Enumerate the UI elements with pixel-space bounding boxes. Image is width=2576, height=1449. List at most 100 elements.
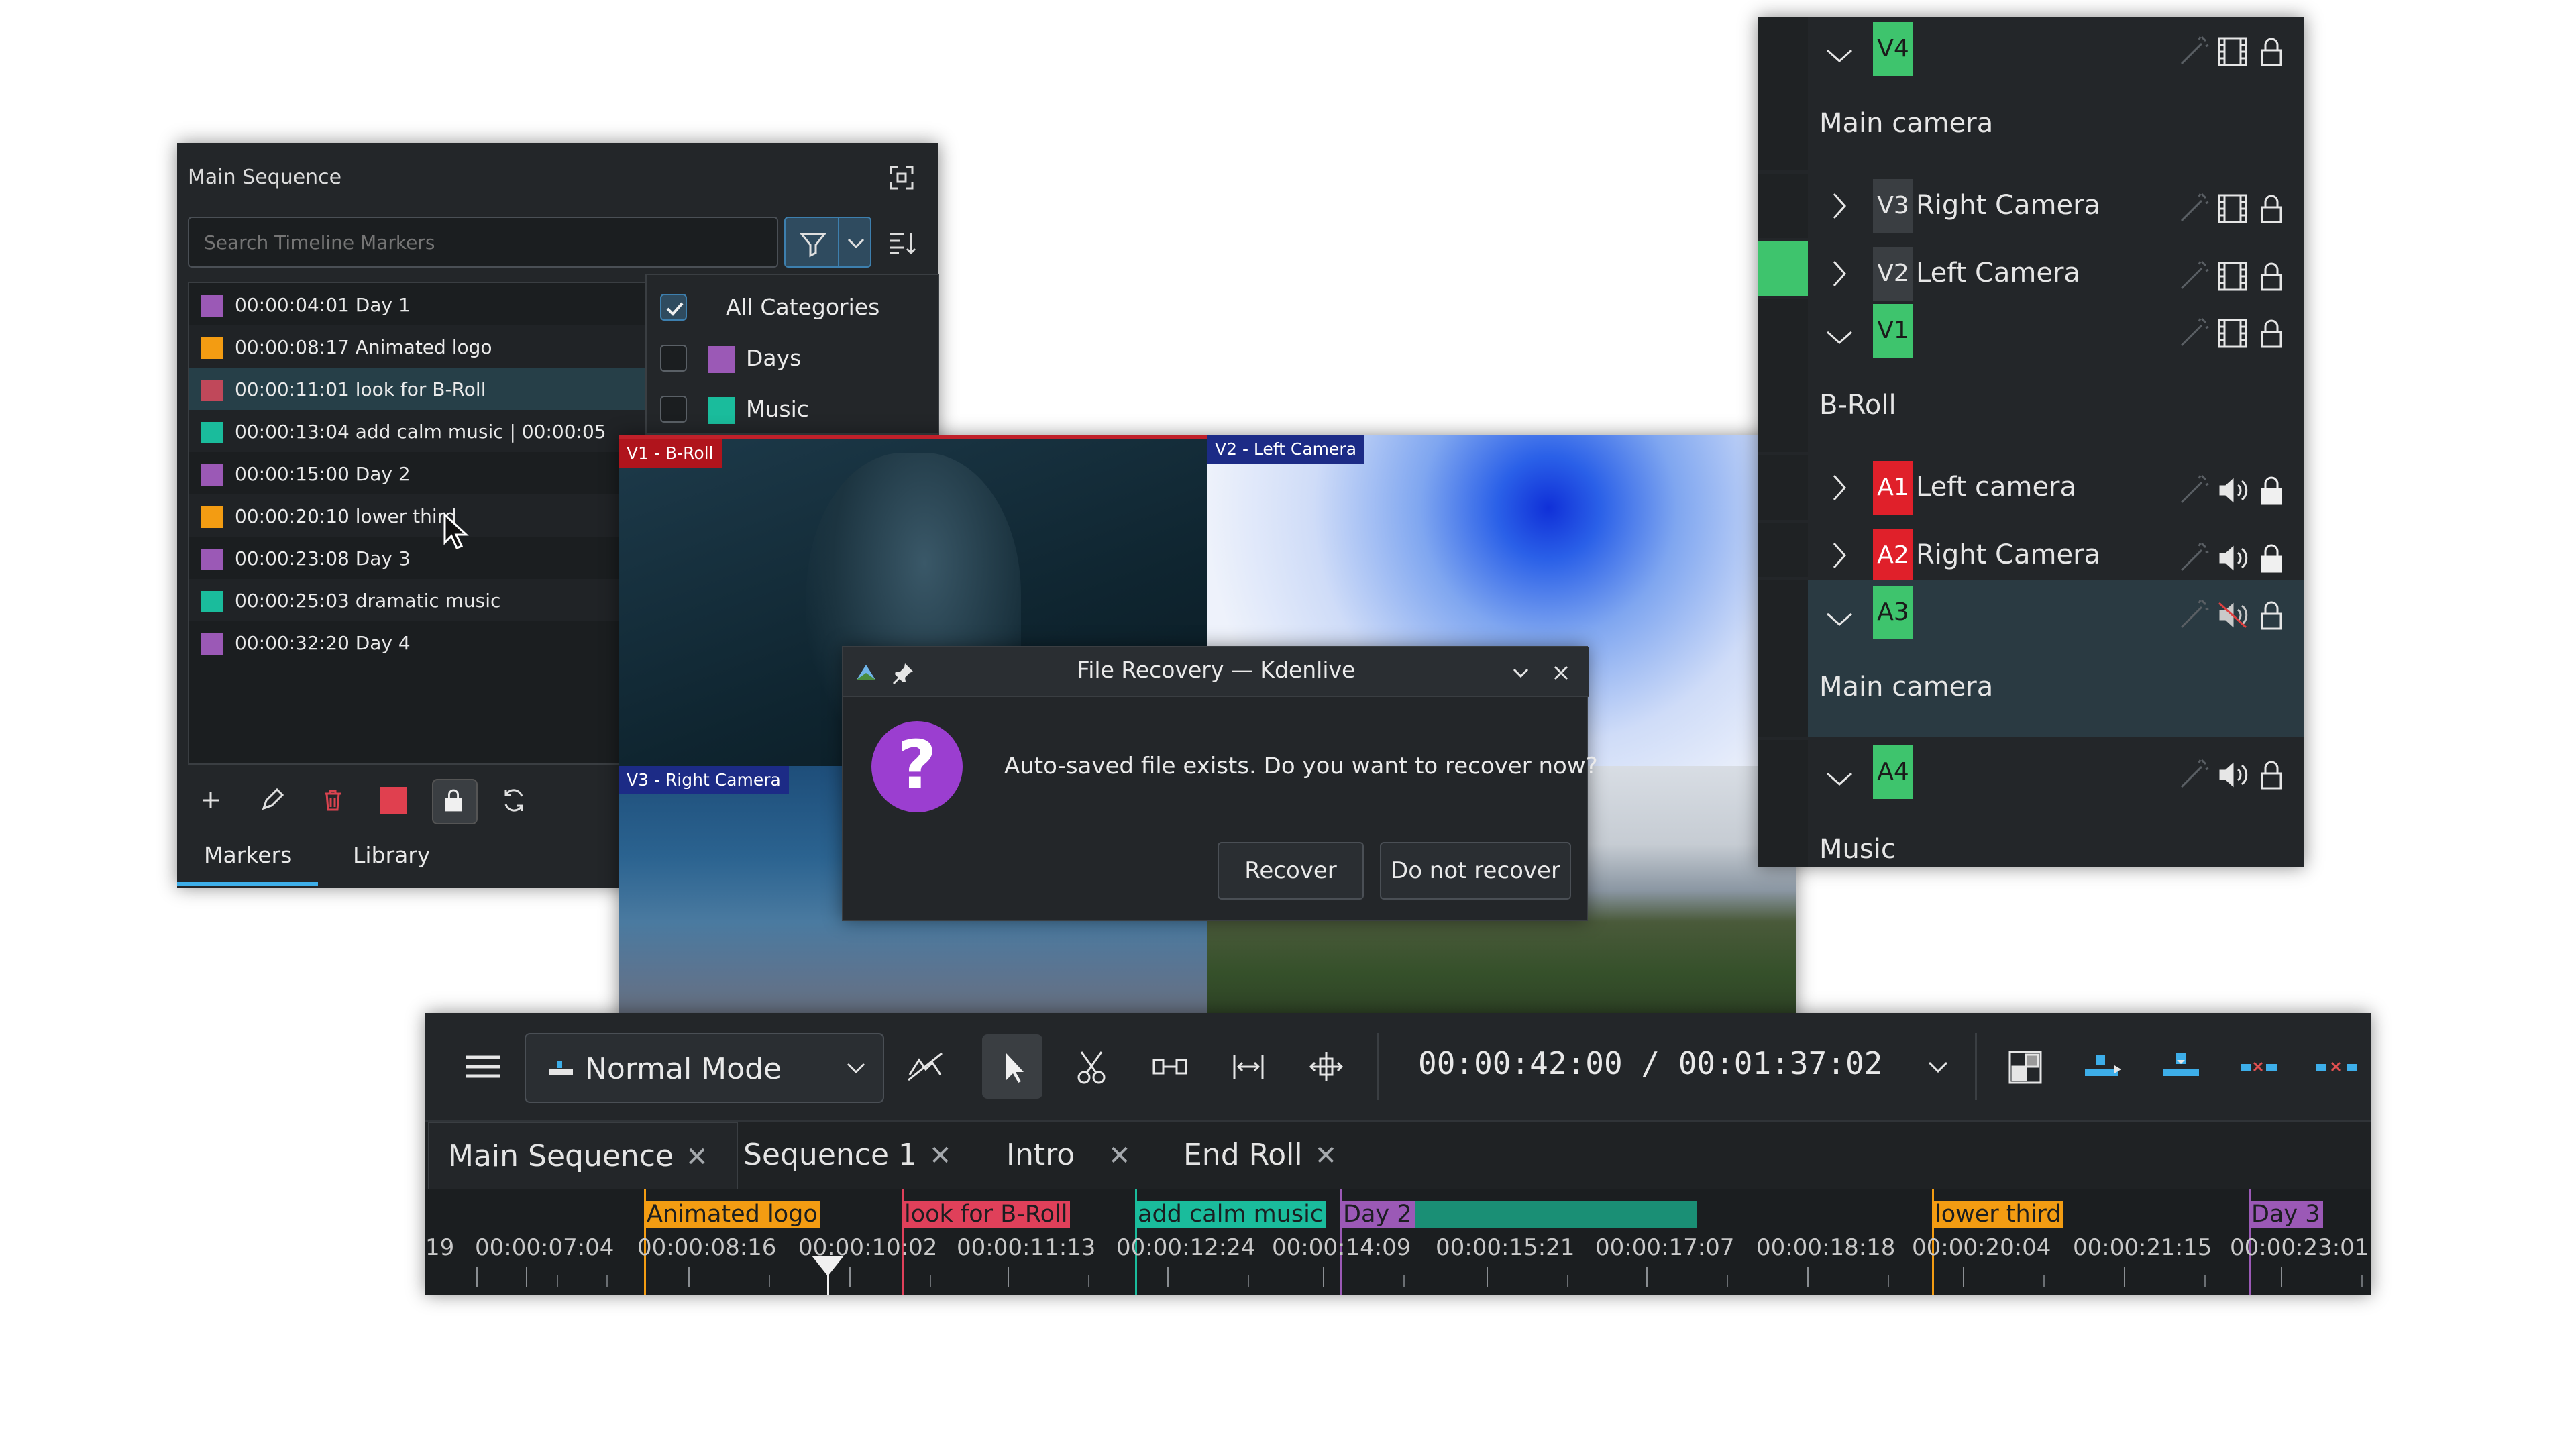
chevron-down-icon[interactable] (1819, 759, 1862, 802)
fullscreen-icon[interactable] (888, 164, 915, 191)
recover-button[interactable]: Recover (1218, 842, 1364, 900)
tab-intro[interactable]: Intro ✕ (1006, 1122, 1131, 1189)
disable-snap-icon[interactable] (895, 1034, 955, 1099)
close-icon[interactable]: ✕ (929, 1140, 952, 1171)
track-target-area[interactable] (1758, 580, 1808, 737)
lift-zone-icon[interactable] (2306, 1034, 2367, 1099)
film-icon[interactable] (2211, 255, 2254, 298)
marker-list-item[interactable]: 00:00:13:04 add calm music | 00:00:05 (189, 410, 649, 452)
ripple-tool-icon[interactable] (1218, 1034, 1279, 1099)
track-header-a4[interactable]: A4 Music (1758, 740, 2304, 867)
track-header-a1[interactable]: A1 Left camera (1758, 455, 2304, 520)
sort-icon[interactable] (881, 222, 922, 262)
close-icon[interactable]: ✕ (1108, 1140, 1131, 1171)
effects-wand-icon[interactable] (2172, 594, 2215, 637)
chevron-down-icon[interactable] (1819, 599, 1862, 642)
composite-icon[interactable] (1995, 1034, 2055, 1099)
edit-marker-icon[interactable] (250, 779, 293, 822)
checkbox-checked[interactable] (660, 294, 687, 321)
track-name[interactable]: Left camera (1916, 472, 2076, 502)
extract-zone-icon[interactable] (2229, 1034, 2289, 1099)
track-name[interactable]: Main camera (1819, 672, 1993, 702)
lock-icon[interactable] (2250, 255, 2293, 298)
tab-end-roll[interactable]: End Roll ✕ (1183, 1122, 1337, 1189)
speaker-icon[interactable] (2211, 537, 2254, 580)
marker-list-item[interactable]: 00:00:32:20 Day 4 (189, 621, 649, 663)
spacer-tool-icon[interactable] (1139, 1034, 1199, 1099)
lock-icon[interactable] (2250, 469, 2293, 512)
film-icon[interactable] (2211, 312, 2254, 355)
marker-list-item[interactable]: 00:00:15:00 Day 2 (189, 452, 649, 494)
marker-list-item[interactable]: 00:00:04:01 Day 1 (189, 283, 649, 325)
checkbox[interactable] (660, 396, 687, 423)
filter-dropdown-button[interactable] (838, 217, 871, 268)
effects-wand-icon[interactable] (2172, 469, 2215, 512)
tab-main-sequence[interactable]: Main Sequence ✕ (428, 1122, 738, 1190)
select-tool-icon[interactable] (982, 1034, 1042, 1099)
film-icon[interactable] (2211, 187, 2254, 230)
track-header-v2[interactable]: V2 Left Camera (1758, 241, 2304, 301)
film-icon[interactable] (2211, 30, 2254, 73)
chevron-down-icon[interactable] (1819, 36, 1862, 78)
track-name[interactable]: Right Camera (1916, 190, 2100, 221)
track-target-area[interactable] (1758, 299, 1808, 452)
chevron-right-icon[interactable] (1819, 254, 1862, 297)
marker-list-item[interactable]: 00:00:08:17 Animated logo (189, 325, 649, 368)
ruler-marker[interactable]: lower third (1932, 1201, 2064, 1228)
lock-icon[interactable] (2250, 187, 2293, 230)
speaker-muted-icon[interactable] (2211, 594, 2254, 637)
lock-icon[interactable] (2250, 30, 2293, 73)
track-target-area[interactable] (1758, 241, 1808, 296)
category-days[interactable]: Days (660, 337, 928, 377)
marker-list-item[interactable]: 00:00:11:01 look for B-Roll (189, 368, 649, 410)
category-all[interactable]: All Categories (660, 286, 928, 326)
ruler-marker[interactable]: Day 3 (2249, 1201, 2323, 1228)
lock-icon[interactable] (2250, 753, 2293, 796)
track-target-area[interactable] (1758, 17, 1808, 170)
track-header-a3[interactable]: A3 Main camera (1758, 580, 2304, 737)
chevron-right-icon[interactable] (1819, 186, 1862, 229)
razor-tool-icon[interactable] (1061, 1034, 1122, 1099)
filter-button[interactable] (784, 217, 839, 268)
chevron-down-icon[interactable] (1819, 317, 1862, 360)
insert-clip-icon[interactable] (2073, 1034, 2133, 1099)
lock-icon[interactable] (2250, 537, 2293, 580)
timeline-ruler[interactable]: Animated logo look for B-Roll add calm mus… (425, 1189, 2371, 1295)
effects-wand-icon[interactable] (2172, 537, 2215, 580)
close-icon[interactable]: ✕ (1315, 1140, 1338, 1171)
ruler-marker[interactable]: Animated logo (644, 1201, 820, 1228)
ruler-marker[interactable]: look for B-Roll (902, 1201, 1071, 1228)
tab-markers[interactable]: Markers (204, 842, 292, 868)
track-name[interactable]: Music (1819, 834, 1896, 865)
lock-icon[interactable] (2250, 312, 2293, 355)
track-name[interactable]: B-Roll (1819, 390, 1896, 421)
edit-mode-dropdown[interactable]: Normal Mode (525, 1033, 884, 1103)
track-header-v4[interactable]: V4 Main camera (1758, 17, 2304, 170)
effects-wand-icon[interactable] (2172, 255, 2215, 298)
track-target-area[interactable] (1758, 174, 1808, 238)
effects-wand-icon[interactable] (2172, 753, 2215, 796)
tab-library[interactable]: Library (353, 842, 430, 868)
tab-sequence-1[interactable]: Sequence 1 ✕ (743, 1122, 952, 1189)
checkbox[interactable] (660, 345, 687, 372)
add-marker-icon[interactable] (189, 779, 232, 822)
lock-icon[interactable] (2250, 594, 2293, 637)
track-target-area[interactable] (1758, 523, 1808, 577)
speaker-icon[interactable] (2211, 753, 2254, 796)
track-name[interactable]: Main camera (1819, 108, 1993, 139)
overwrite-clip-icon[interactable] (2151, 1034, 2211, 1099)
track-name[interactable]: Left Camera (1916, 258, 2080, 288)
speaker-icon[interactable] (2211, 469, 2254, 512)
ruler-marker[interactable]: Day 2 (1340, 1201, 1415, 1228)
track-header-v3[interactable]: V3 Right Camera (1758, 174, 2304, 238)
track-name[interactable]: Right Camera (1916, 539, 2100, 570)
lock-icon[interactable] (432, 779, 478, 824)
hamburger-menu-icon[interactable] (452, 1034, 513, 1099)
marker-list-item[interactable]: 00:00:23:08 Day 3 (189, 537, 649, 579)
effects-wand-icon[interactable] (2172, 187, 2215, 230)
chevron-down-icon[interactable] (1507, 659, 1534, 686)
marker-list-item[interactable]: 00:00:20:10 lower third (189, 494, 649, 537)
track-target-area[interactable] (1758, 740, 1808, 867)
effects-wand-icon[interactable] (2172, 312, 2215, 355)
close-icon[interactable] (1548, 659, 1574, 686)
